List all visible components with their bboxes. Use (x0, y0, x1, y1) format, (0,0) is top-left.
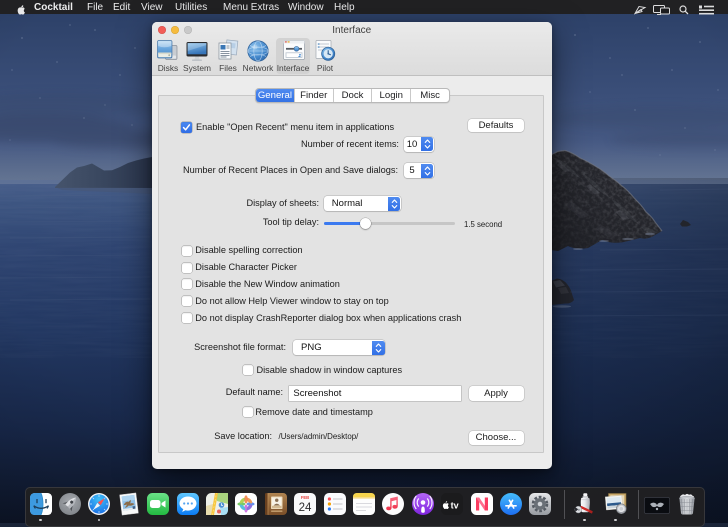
svg-text:24: 24 (299, 502, 312, 514)
svg-text:FEB: FEB (301, 495, 309, 500)
svg-text:tv: tv (451, 501, 459, 511)
